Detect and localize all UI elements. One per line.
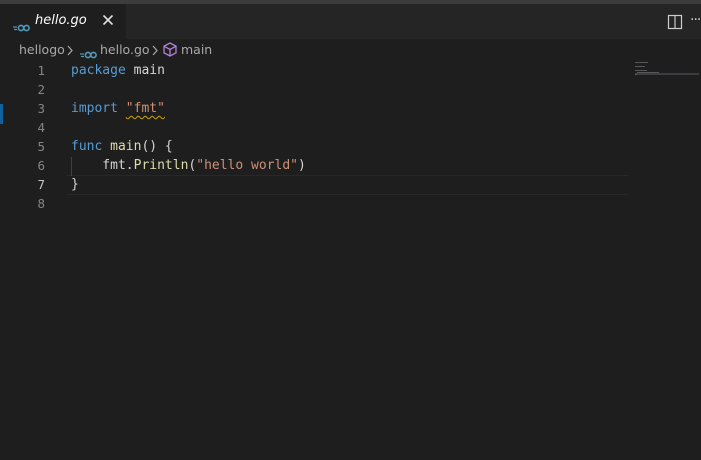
code-line[interactable]: 1 package main	[0, 61, 628, 80]
minimap-line	[635, 66, 645, 67]
breadcrumb: hellogo hello.go main	[0, 39, 701, 61]
code-token: "hello world"	[196, 158, 298, 173]
breadcrumb-folder[interactable]: hellogo	[19, 42, 65, 57]
minimap[interactable]	[635, 61, 701, 81]
line-number: 1	[37, 63, 45, 78]
code-text: import "fmt"	[71, 99, 165, 118]
go-file-icon	[13, 17, 30, 36]
chevron-right-icon	[151, 44, 159, 59]
code-token: Println	[133, 158, 189, 173]
more-actions-button[interactable]: ···	[690, 10, 701, 30]
code-token: )	[298, 158, 306, 173]
tab-bar: hello.go ···	[0, 4, 701, 39]
minimap-active-line	[635, 73, 699, 75]
code-text: }	[71, 175, 79, 194]
line-number: 7	[37, 177, 45, 192]
line-number: 2	[37, 82, 45, 97]
minimap-line	[635, 62, 648, 63]
code-token: }	[71, 177, 79, 192]
breadcrumb-symbol[interactable]: main	[181, 42, 212, 57]
chevron-right-icon	[66, 44, 74, 59]
line-number: 6	[37, 158, 45, 173]
line-number: 4	[37, 120, 45, 135]
code-line[interactable]: 4	[0, 118, 628, 137]
code-token: fmt.	[71, 158, 134, 173]
code-line[interactable]: 6 fmt.Println("hello world")	[0, 156, 628, 175]
code-text: fmt.Println("hello world")	[71, 156, 306, 175]
split-editor-button[interactable]	[667, 14, 683, 30]
breadcrumb-file[interactable]: hello.go	[100, 42, 150, 57]
code-token: main	[125, 63, 165, 78]
code-line[interactable]: 3 import "fmt"	[0, 99, 628, 118]
line-number: 3	[37, 101, 45, 116]
tab-label: hello.go	[35, 13, 87, 28]
code-token: func	[71, 139, 103, 154]
minimap-line	[635, 74, 637, 75]
code-line[interactable]: 8	[0, 194, 628, 213]
code-text: func main() {	[71, 137, 173, 156]
code-line[interactable]: 2	[0, 80, 628, 99]
code-line[interactable]: 7}	[0, 175, 628, 194]
tab-close-button[interactable]	[99, 11, 117, 29]
code-token: "fmt"	[125, 101, 165, 116]
code-token: main	[110, 139, 142, 154]
code-line[interactable]: 5 func main() {	[0, 137, 628, 156]
line-number: 5	[37, 139, 45, 154]
code-editor[interactable]: 1 package main 2 3 import "fmt" 4 5 func main()…	[0, 61, 701, 460]
close-icon	[102, 14, 114, 26]
symbol-method-icon	[163, 42, 177, 60]
line-number: 8	[37, 196, 45, 211]
code-token: import	[71, 101, 118, 116]
tab-hello-go[interactable]: hello.go	[0, 4, 126, 39]
minimap-line	[635, 70, 647, 71]
code-token: package	[71, 63, 126, 78]
go-file-icon	[80, 47, 97, 62]
code-text: package main	[71, 61, 165, 80]
code-token: () {	[141, 139, 173, 154]
split-editor-icon	[667, 14, 683, 30]
minimap-line	[637, 72, 659, 73]
